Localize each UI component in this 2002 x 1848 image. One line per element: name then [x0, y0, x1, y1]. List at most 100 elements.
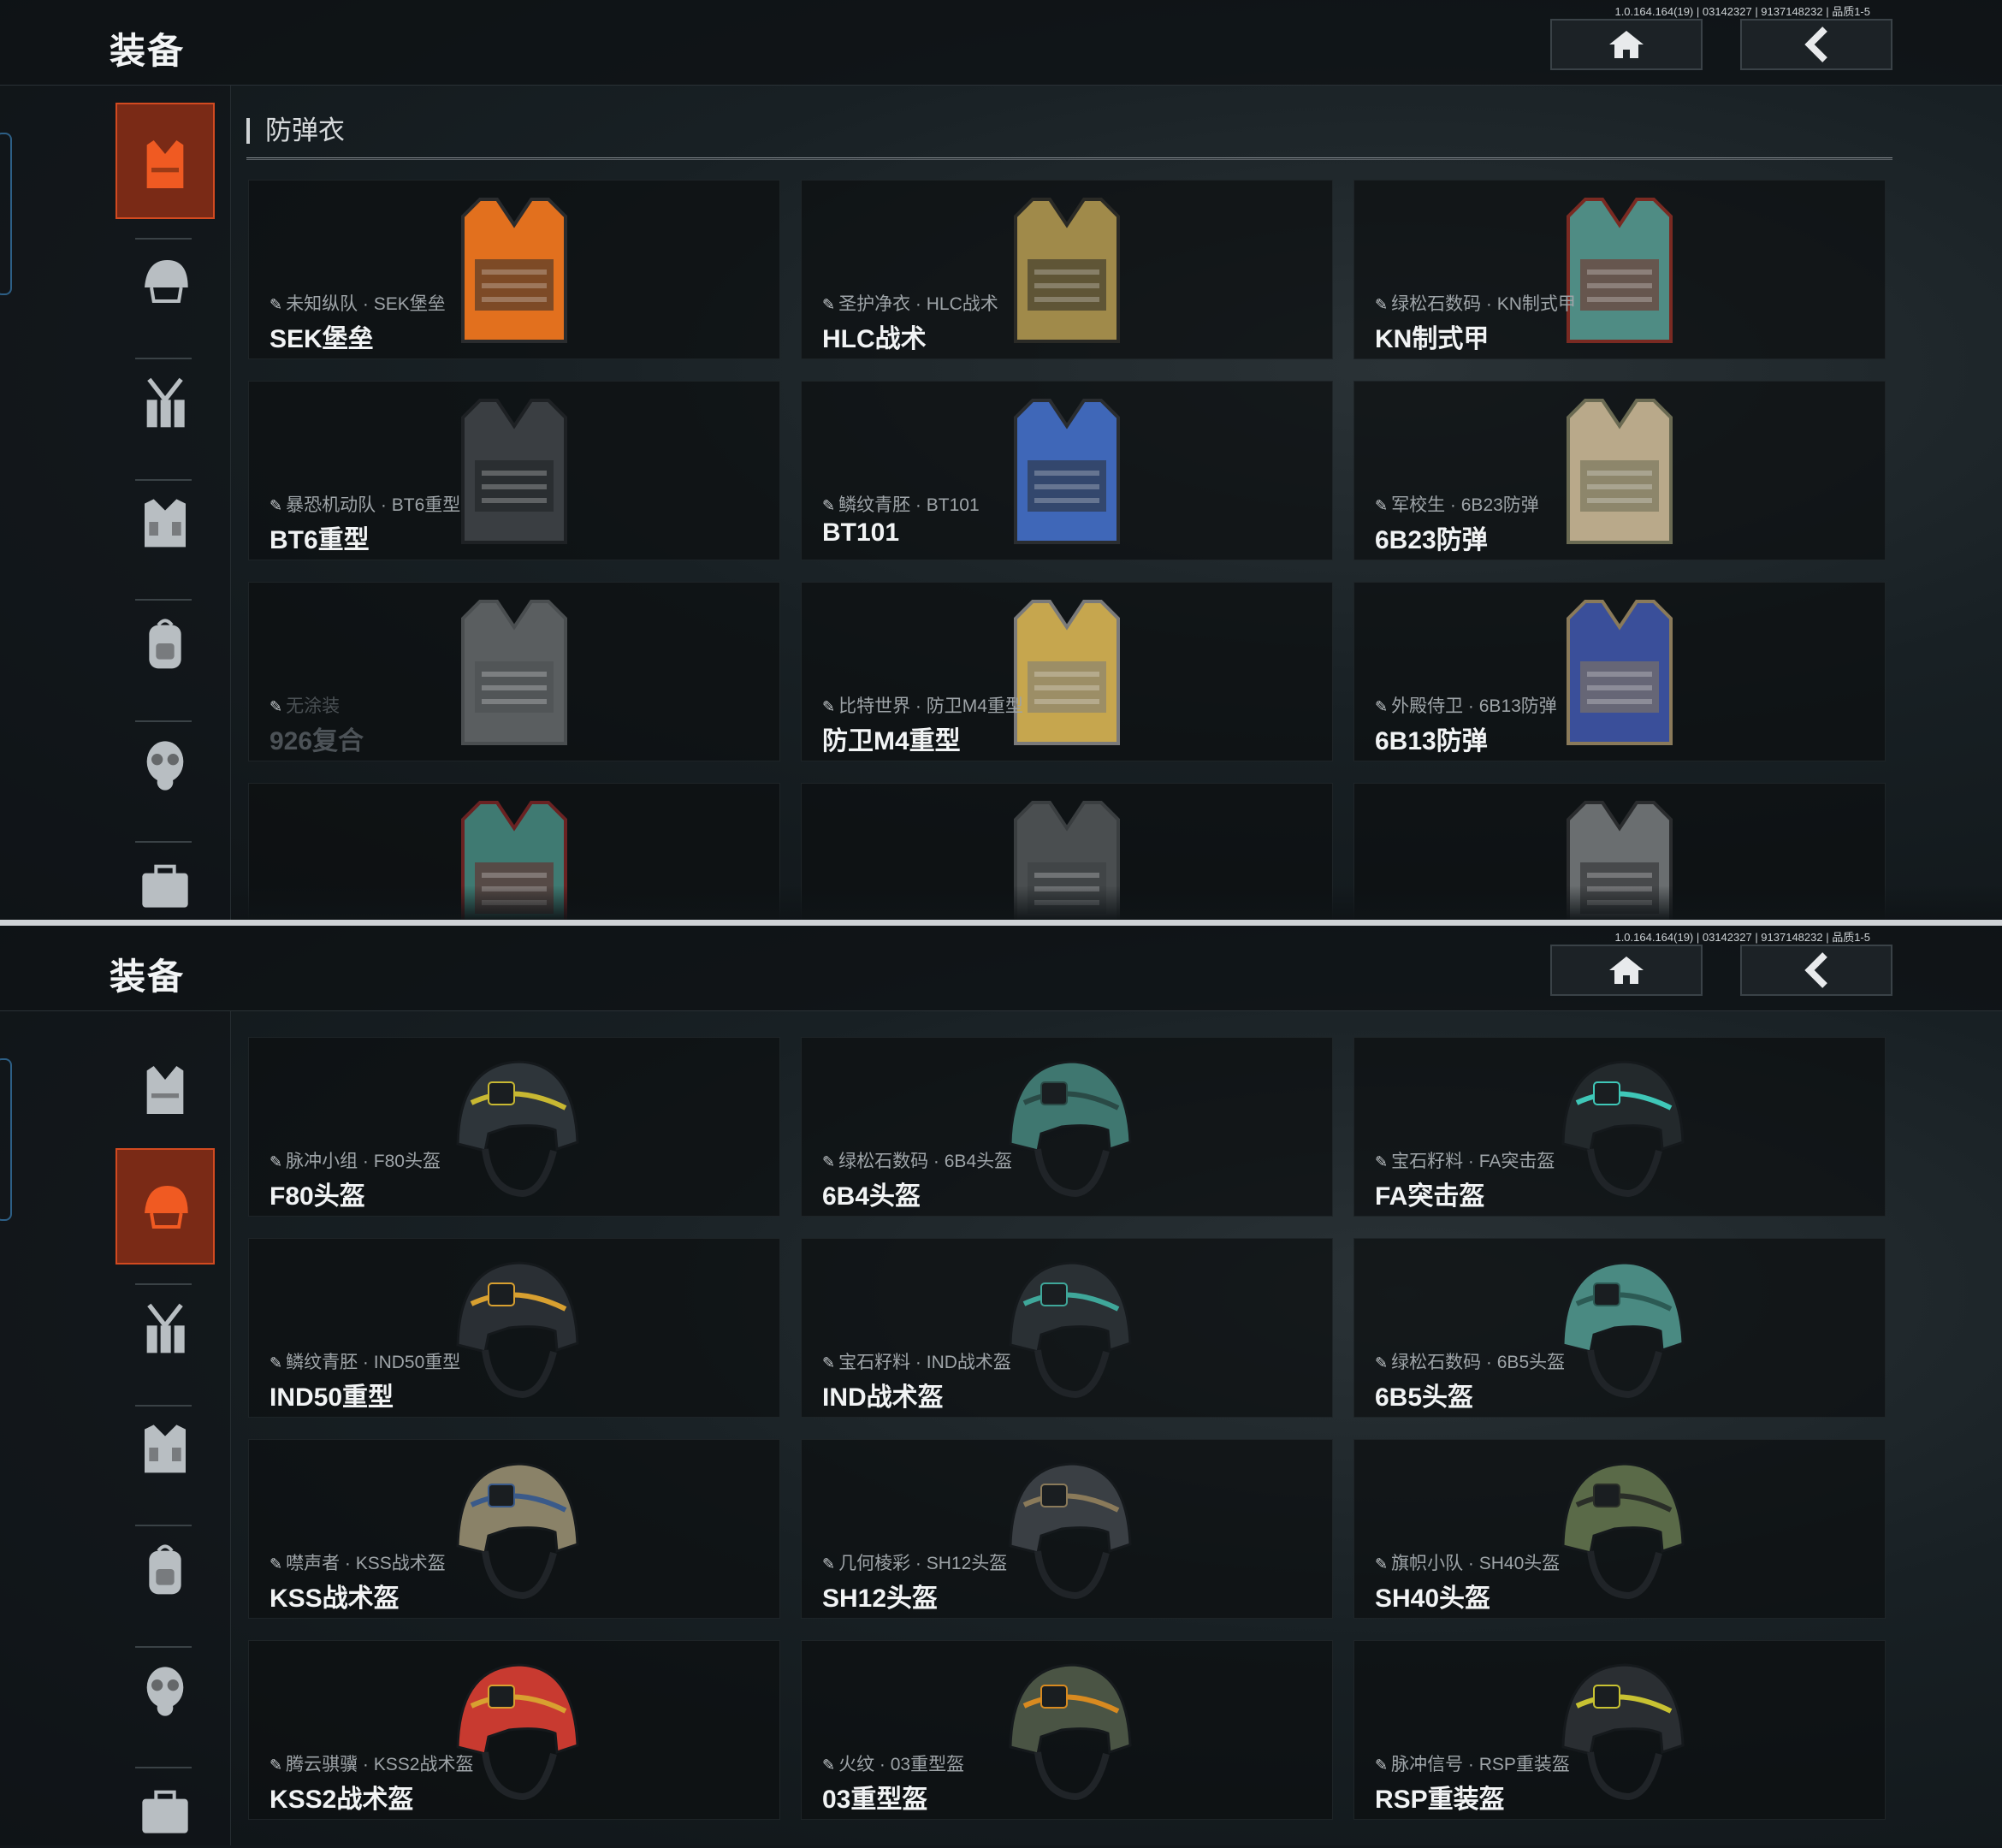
item-skin-text: 鳞纹青胚 · IND50重型 [286, 1353, 461, 1372]
home-icon [1609, 957, 1644, 984]
item-card[interactable]: ✎ 脉冲小组 · F80头盔 F80头盔 [248, 1037, 780, 1217]
item-name: KSS2战术盔 [270, 1786, 414, 1814]
sidebar-item-tactical-vest[interactable] [116, 1389, 215, 1506]
chest-rig-icon [146, 1303, 185, 1353]
tactical-vest-icon [145, 1424, 186, 1473]
helmet-image [1561, 1261, 1685, 1399]
item-card[interactable]: ✎ 腾云骐骥 · KSS2战术盔 KSS2战术盔 [248, 1640, 780, 1820]
gas-mask-icon [146, 741, 184, 791]
vest-icon [146, 140, 184, 188]
item-name: 03重型盔 [822, 1786, 928, 1814]
item-card[interactable]: ✎ 鳞纹青胚 · IND50重型 IND50重型 [248, 1238, 780, 1418]
vest-image [1014, 198, 1120, 343]
brush-icon: ✎ [1375, 1555, 1389, 1573]
item-skin-text: 绿松石数码 · 6B5头盔 [1391, 1353, 1566, 1372]
sidebar-item-helmet[interactable] [116, 1148, 215, 1265]
item-skin-label: ✎ 宝石籽料 · FA突击盔 [1375, 1147, 1555, 1173]
sidebar-item-helmet[interactable] [116, 222, 215, 339]
version-label: 1.0.164.164(19) | 03142327 | 9137148232 … [1614, 931, 1870, 944]
brush-icon: ✎ [1375, 1354, 1389, 1371]
sidebar-item-backpack[interactable] [116, 585, 215, 702]
helmet-image [1009, 1462, 1132, 1600]
back-button[interactable] [1740, 19, 1892, 70]
item-skin-label: ✎ 绿松石数码 · 6B4头盔 [822, 1147, 1012, 1173]
sidebar-item-tactical-vest[interactable] [116, 464, 215, 580]
item-name: F80头盔 [270, 1182, 365, 1211]
scroll-fade [231, 886, 2002, 920]
item-card[interactable]: ✎ 几何棱彩 · SH12头盔 SH12头盔 [801, 1439, 1333, 1619]
version-label: 1.0.164.164(19) | 03142327 | 9137148232 … [1614, 5, 1870, 18]
helmet-image [1009, 1060, 1132, 1198]
item-card[interactable]: ✎ 脉冲信号 · RSP重装盔 RSP重装盔 [1353, 1640, 1886, 1820]
item-name: SH12头盔 [822, 1584, 939, 1613]
sidebar-item-vest[interactable] [116, 1028, 215, 1145]
vest-image [1567, 198, 1673, 343]
vest-icon [146, 1066, 184, 1114]
brush-icon: ✎ [270, 1354, 283, 1371]
item-skin-label: ✎ 军校生 · 6B23防弹 [1375, 491, 1539, 517]
vest-image [1014, 399, 1120, 544]
brush-icon: ✎ [270, 296, 283, 313]
home-button[interactable] [1550, 19, 1703, 70]
brush-icon: ✎ [822, 1756, 836, 1774]
helmet-image [456, 1663, 579, 1801]
item-skin-text: 外殿侍卫 · 6B13防弹 [1391, 696, 1557, 716]
item-skin-label: ✎ 外殿侍卫 · 6B13防弹 [1375, 692, 1557, 718]
item-card[interactable]: ✎ 火纹 · 03重型盔 03重型盔 [801, 1640, 1333, 1820]
item-card[interactable]: ✎ 未知纵队 · SEK堡垒 SEK堡垒 [248, 180, 780, 359]
brush-icon: ✎ [1375, 1756, 1389, 1774]
sidebar-item-gas-mask[interactable] [116, 1632, 215, 1748]
item-card[interactable]: ✎ 绿松石数码 · 6B4头盔 6B4头盔 [801, 1037, 1333, 1217]
case-icon [142, 864, 188, 908]
item-card[interactable]: ✎ 军校生 · 6B23防弹 6B23防弹 [1353, 381, 1886, 560]
sidebar-item-backpack[interactable] [116, 1511, 215, 1627]
item-card[interactable]: ✎ 暴恐机动队 · BT6重型 BT6重型 [248, 381, 780, 560]
item-skin-label: ✎ 旗帜小队 · SH40头盔 [1375, 1549, 1560, 1575]
item-name: IND战术盔 [822, 1383, 944, 1412]
item-card[interactable]: ✎ 宝石籽料 · IND战术盔 IND战术盔 [801, 1238, 1333, 1418]
item-skin-text: 比特世界 · 防卫M4重型 [838, 696, 1023, 716]
brush-icon: ✎ [270, 698, 283, 715]
item-skin-label: ✎ 圣护净衣 · HLC战术 [822, 290, 998, 316]
sidebar-item-gas-mask[interactable] [116, 706, 215, 822]
item-card[interactable]: ✎ 无涂装 926复合 [248, 582, 780, 761]
sidebar-item-case[interactable] [116, 1752, 215, 1845]
screen-vests: 装备 1.0.164.164(19) | 03142327 | 91371482… [0, 0, 2002, 920]
helmet-image [456, 1462, 579, 1600]
item-name: RSP重装盔 [1375, 1786, 1505, 1814]
item-card[interactable]: ✎ 绿松石数码 · KN制式甲 KN制式甲 [1353, 180, 1886, 359]
item-card[interactable]: ✎ 比特世界 · 防卫M4重型防卫M4重型 [801, 582, 1333, 761]
item-skin-text: 宝石籽料 · IND战术盔 [838, 1353, 1011, 1372]
item-card[interactable]: ✎ 宝石籽料 · FA突击盔 FA突击盔 [1353, 1037, 1886, 1217]
vest-image [1014, 600, 1120, 745]
home-button[interactable] [1550, 945, 1703, 996]
item-card[interactable]: ✎ 圣护净衣 · HLC战术 HLC战术 [801, 180, 1333, 359]
item-name: 防卫M4重型 [822, 727, 961, 755]
item-skin-label: ✎ 脉冲信号 · RSP重装盔 [1375, 1750, 1570, 1776]
item-skin-label: ✎ 绿松石数码 · KN制式甲 [1375, 290, 1576, 316]
brush-icon: ✎ [822, 698, 836, 715]
section-divider [246, 157, 1892, 160]
sidebar-item-case[interactable] [116, 826, 215, 920]
item-card[interactable]: ✎ 绿松石数码 · 6B5头盔 6B5头盔 [1353, 1238, 1886, 1418]
category-sidebar [0, 1011, 231, 1845]
backpack-icon [149, 1544, 181, 1595]
sidebar-item-chest-rig[interactable] [116, 1270, 215, 1386]
chest-rig-icon [146, 377, 185, 428]
item-card[interactable]: ✎ 旗帜小队 · SH40头盔 SH40头盔 [1353, 1439, 1886, 1619]
item-name: BT101 [822, 518, 900, 547]
back-button[interactable] [1740, 945, 1892, 996]
item-skin-text: 脉冲小组 · F80头盔 [286, 1152, 441, 1171]
item-card[interactable]: ✎ 鳞纹青胚 · BT101 BT101 [801, 381, 1333, 560]
helmet-icon [145, 260, 188, 303]
item-skin-label: ✎ 鳞纹青胚 · IND50重型 [270, 1348, 460, 1374]
sidebar-item-vest[interactable] [116, 103, 215, 219]
brush-icon: ✎ [822, 296, 836, 313]
brush-icon: ✎ [822, 497, 836, 514]
sidebar-item-chest-rig[interactable] [116, 344, 215, 460]
item-card[interactable]: ✎ 外殿侍卫 · 6B13防弹 6B13防弹 [1353, 582, 1886, 761]
header: 装备 1.0.164.164(19) | 03142327 | 91371482… [0, 926, 2002, 1011]
item-skin-text: 脉冲信号 · RSP重装盔 [1391, 1755, 1570, 1774]
item-name: 6B13防弹 [1375, 727, 1488, 755]
item-card[interactable]: ✎ 噤声者 · KSS战术盔 KSS战术盔 [248, 1439, 780, 1619]
